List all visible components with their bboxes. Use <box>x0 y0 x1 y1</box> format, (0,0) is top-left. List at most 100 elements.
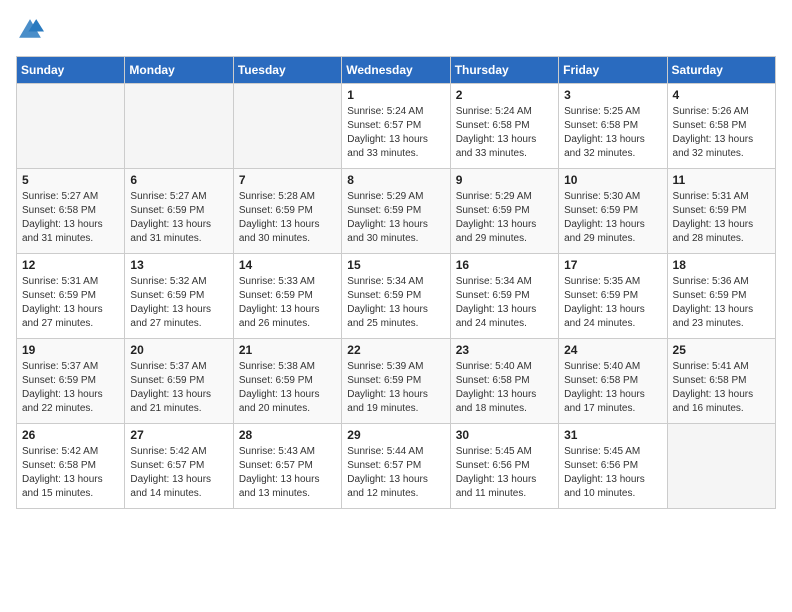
daylight-label: Daylight: 13 hours and 29 minutes. <box>564 219 645 244</box>
daylight-label: Daylight: 13 hours and 33 minutes. <box>456 134 537 159</box>
sunrise-label: Sunrise: 5:40 AM <box>564 361 640 372</box>
day-cell: 4 Sunrise: 5:26 AM Sunset: 6:58 PM Dayli… <box>667 84 775 169</box>
sunrise-label: Sunrise: 5:38 AM <box>239 361 315 372</box>
day-number: 22 <box>347 343 444 357</box>
day-header-sunday: Sunday <box>17 57 125 84</box>
day-cell: 5 Sunrise: 5:27 AM Sunset: 6:58 PM Dayli… <box>17 169 125 254</box>
daylight-label: Daylight: 13 hours and 30 minutes. <box>239 219 320 244</box>
daylight-label: Daylight: 13 hours and 31 minutes. <box>22 219 103 244</box>
day-cell: 14 Sunrise: 5:33 AM Sunset: 6:59 PM Dayl… <box>233 254 341 339</box>
day-info: Sunrise: 5:36 AM Sunset: 6:59 PM Dayligh… <box>673 275 770 331</box>
daylight-label: Daylight: 13 hours and 25 minutes. <box>347 304 428 329</box>
day-info: Sunrise: 5:24 AM Sunset: 6:57 PM Dayligh… <box>347 105 444 161</box>
day-number: 20 <box>130 343 227 357</box>
day-number: 27 <box>130 428 227 442</box>
day-cell: 25 Sunrise: 5:41 AM Sunset: 6:58 PM Dayl… <box>667 339 775 424</box>
day-info: Sunrise: 5:35 AM Sunset: 6:59 PM Dayligh… <box>564 275 661 331</box>
day-info: Sunrise: 5:33 AM Sunset: 6:59 PM Dayligh… <box>239 275 336 331</box>
day-cell: 24 Sunrise: 5:40 AM Sunset: 6:58 PM Dayl… <box>559 339 667 424</box>
daylight-label: Daylight: 13 hours and 32 minutes. <box>673 134 754 159</box>
page-header <box>16 16 776 44</box>
sunset-label: Sunset: 6:59 PM <box>22 290 96 301</box>
daylight-label: Daylight: 13 hours and 12 minutes. <box>347 474 428 499</box>
calendar-body: 1 Sunrise: 5:24 AM Sunset: 6:57 PM Dayli… <box>17 84 776 509</box>
sunrise-label: Sunrise: 5:34 AM <box>456 276 532 287</box>
day-info: Sunrise: 5:24 AM Sunset: 6:58 PM Dayligh… <box>456 105 553 161</box>
sunrise-label: Sunrise: 5:41 AM <box>673 361 749 372</box>
sunrise-label: Sunrise: 5:24 AM <box>347 106 423 117</box>
day-number: 17 <box>564 258 661 272</box>
sunset-label: Sunset: 6:58 PM <box>673 375 747 386</box>
day-info: Sunrise: 5:34 AM Sunset: 6:59 PM Dayligh… <box>456 275 553 331</box>
day-info: Sunrise: 5:28 AM Sunset: 6:59 PM Dayligh… <box>239 190 336 246</box>
sunset-label: Sunset: 6:59 PM <box>564 205 638 216</box>
day-info: Sunrise: 5:38 AM Sunset: 6:59 PM Dayligh… <box>239 360 336 416</box>
day-number: 1 <box>347 88 444 102</box>
day-number: 14 <box>239 258 336 272</box>
day-number: 16 <box>456 258 553 272</box>
sunrise-label: Sunrise: 5:32 AM <box>130 276 206 287</box>
day-cell: 29 Sunrise: 5:44 AM Sunset: 6:57 PM Dayl… <box>342 424 450 509</box>
daylight-label: Daylight: 13 hours and 11 minutes. <box>456 474 537 499</box>
daylight-label: Daylight: 13 hours and 20 minutes. <box>239 389 320 414</box>
calendar-table: SundayMondayTuesdayWednesdayThursdayFrid… <box>16 56 776 509</box>
sunrise-label: Sunrise: 5:37 AM <box>22 361 98 372</box>
sunset-label: Sunset: 6:59 PM <box>673 290 747 301</box>
sunset-label: Sunset: 6:59 PM <box>239 375 313 386</box>
sunrise-label: Sunrise: 5:42 AM <box>22 446 98 457</box>
daylight-label: Daylight: 13 hours and 31 minutes. <box>130 219 211 244</box>
sunset-label: Sunset: 6:59 PM <box>130 205 204 216</box>
day-header-wednesday: Wednesday <box>342 57 450 84</box>
day-cell: 12 Sunrise: 5:31 AM Sunset: 6:59 PM Dayl… <box>17 254 125 339</box>
sunset-label: Sunset: 6:58 PM <box>22 460 96 471</box>
sunset-label: Sunset: 6:59 PM <box>456 205 530 216</box>
day-info: Sunrise: 5:42 AM Sunset: 6:58 PM Dayligh… <box>22 445 119 501</box>
day-number: 19 <box>22 343 119 357</box>
day-number: 21 <box>239 343 336 357</box>
sunset-label: Sunset: 6:58 PM <box>456 375 530 386</box>
day-cell <box>233 84 341 169</box>
day-number: 10 <box>564 173 661 187</box>
day-info: Sunrise: 5:27 AM Sunset: 6:58 PM Dayligh… <box>22 190 119 246</box>
week-row-1: 1 Sunrise: 5:24 AM Sunset: 6:57 PM Dayli… <box>17 84 776 169</box>
sunrise-label: Sunrise: 5:30 AM <box>564 191 640 202</box>
sunrise-label: Sunrise: 5:25 AM <box>564 106 640 117</box>
sunset-label: Sunset: 6:58 PM <box>22 205 96 216</box>
daylight-label: Daylight: 13 hours and 17 minutes. <box>564 389 645 414</box>
daylight-label: Daylight: 13 hours and 30 minutes. <box>347 219 428 244</box>
daylight-label: Daylight: 13 hours and 32 minutes. <box>564 134 645 159</box>
day-cell <box>667 424 775 509</box>
sunrise-label: Sunrise: 5:29 AM <box>347 191 423 202</box>
day-header-monday: Monday <box>125 57 233 84</box>
sunset-label: Sunset: 6:57 PM <box>347 120 421 131</box>
sunset-label: Sunset: 6:57 PM <box>347 460 421 471</box>
day-number: 30 <box>456 428 553 442</box>
sunset-label: Sunset: 6:58 PM <box>673 120 747 131</box>
daylight-label: Daylight: 13 hours and 33 minutes. <box>347 134 428 159</box>
day-number: 24 <box>564 343 661 357</box>
sunset-label: Sunset: 6:59 PM <box>564 290 638 301</box>
day-number: 2 <box>456 88 553 102</box>
day-cell: 16 Sunrise: 5:34 AM Sunset: 6:59 PM Dayl… <box>450 254 558 339</box>
day-number: 3 <box>564 88 661 102</box>
day-info: Sunrise: 5:37 AM Sunset: 6:59 PM Dayligh… <box>130 360 227 416</box>
sunrise-label: Sunrise: 5:31 AM <box>673 191 749 202</box>
day-number: 4 <box>673 88 770 102</box>
sunset-label: Sunset: 6:56 PM <box>456 460 530 471</box>
day-info: Sunrise: 5:29 AM Sunset: 6:59 PM Dayligh… <box>347 190 444 246</box>
day-cell: 8 Sunrise: 5:29 AM Sunset: 6:59 PM Dayli… <box>342 169 450 254</box>
day-info: Sunrise: 5:43 AM Sunset: 6:57 PM Dayligh… <box>239 445 336 501</box>
day-cell: 11 Sunrise: 5:31 AM Sunset: 6:59 PM Dayl… <box>667 169 775 254</box>
logo <box>16 16 48 44</box>
day-cell: 2 Sunrise: 5:24 AM Sunset: 6:58 PM Dayli… <box>450 84 558 169</box>
day-number: 13 <box>130 258 227 272</box>
day-cell: 20 Sunrise: 5:37 AM Sunset: 6:59 PM Dayl… <box>125 339 233 424</box>
sunset-label: Sunset: 6:59 PM <box>456 290 530 301</box>
day-number: 9 <box>456 173 553 187</box>
day-info: Sunrise: 5:41 AM Sunset: 6:58 PM Dayligh… <box>673 360 770 416</box>
day-info: Sunrise: 5:45 AM Sunset: 6:56 PM Dayligh… <box>456 445 553 501</box>
day-cell: 18 Sunrise: 5:36 AM Sunset: 6:59 PM Dayl… <box>667 254 775 339</box>
sunset-label: Sunset: 6:59 PM <box>347 205 421 216</box>
sunset-label: Sunset: 6:56 PM <box>564 460 638 471</box>
day-info: Sunrise: 5:44 AM Sunset: 6:57 PM Dayligh… <box>347 445 444 501</box>
